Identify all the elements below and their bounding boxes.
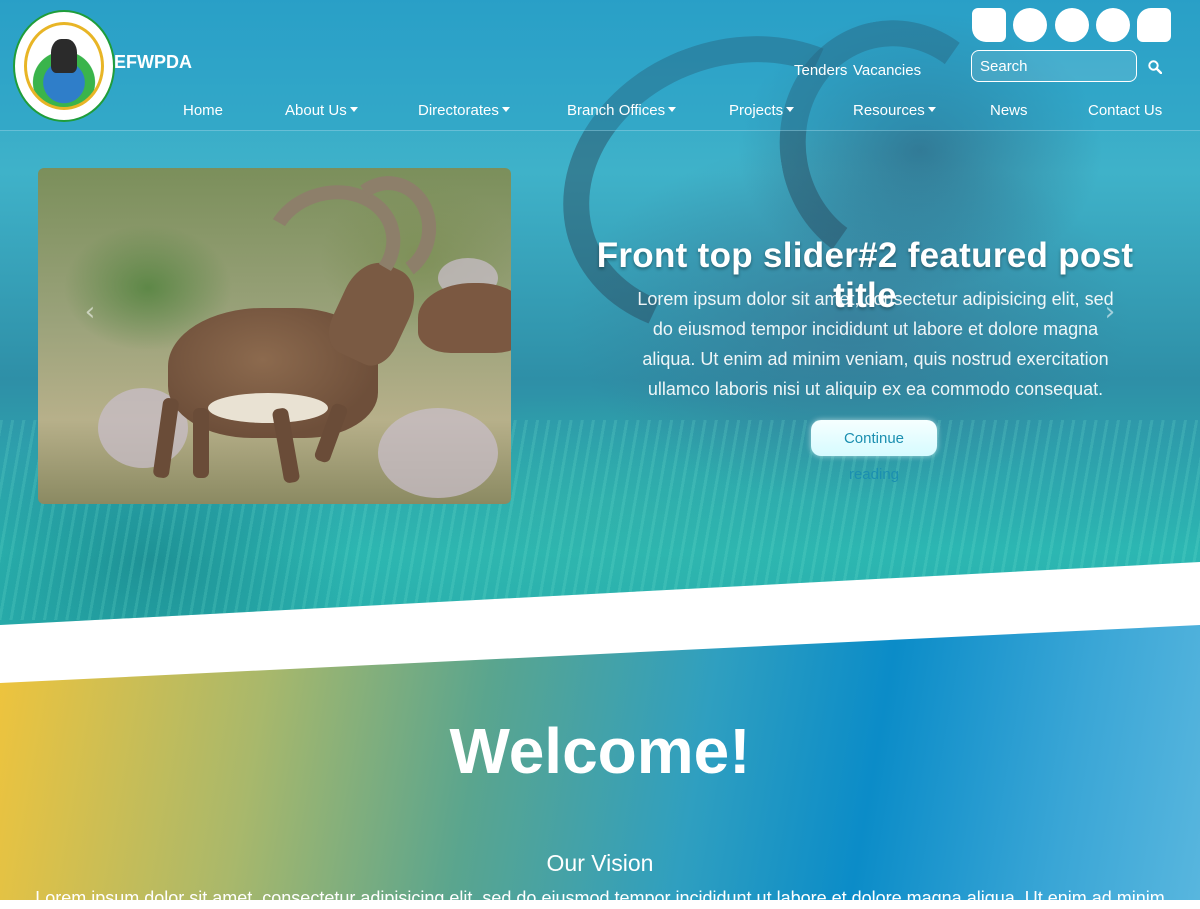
logo-ibex-icon xyxy=(51,39,77,73)
caret-down-icon xyxy=(668,107,677,112)
nav-label: Contact Us xyxy=(1088,102,1163,119)
nav-label: Directorates xyxy=(418,102,499,119)
caret-down-icon xyxy=(501,107,510,112)
nav-directorates[interactable]: Directorates xyxy=(418,102,510,119)
social-icon-1[interactable] xyxy=(972,8,1006,42)
nav-label: Projects xyxy=(729,102,784,119)
shrub-shape xyxy=(378,408,498,498)
site-header: EFWPDA Tenders Vacancies Home About Us D… xyxy=(0,0,1200,131)
nav-resources[interactable]: Resources xyxy=(853,102,936,119)
social-icon-3[interactable] xyxy=(1055,8,1089,42)
vision-heading: Our Vision xyxy=(546,850,654,876)
nav-news[interactable]: News xyxy=(990,102,1028,119)
background-ibex-shape xyxy=(418,283,511,353)
brand-name[interactable]: EFWPDA xyxy=(114,52,192,73)
caret-down-icon xyxy=(927,107,936,112)
vacancies-link[interactable]: Vacancies xyxy=(853,62,921,79)
logo-emblem xyxy=(24,22,104,110)
caret-down-icon xyxy=(786,107,795,112)
social-icon-5[interactable] xyxy=(1137,8,1171,42)
ibex-leg-shape xyxy=(193,408,209,478)
slide-image xyxy=(38,168,511,504)
social-icon-2[interactable] xyxy=(1013,8,1047,42)
search-input[interactable] xyxy=(971,50,1137,82)
welcome-heading: Welcome! xyxy=(449,715,751,787)
nav-label: News xyxy=(990,102,1028,119)
nav-label: Home xyxy=(183,102,224,119)
nav-label: About Us xyxy=(285,102,347,119)
nav-branch-offices[interactable]: Branch Offices xyxy=(567,102,677,119)
site-logo[interactable] xyxy=(13,10,115,122)
nav-about-us[interactable]: About Us xyxy=(285,102,358,119)
nav-home[interactable]: Home xyxy=(183,102,223,119)
slide-excerpt: Lorem ipsum dolor sit amet, consectetur … xyxy=(637,289,1114,399)
search-icon[interactable] xyxy=(1148,60,1162,74)
slider-prev-button[interactable]: ‹ xyxy=(80,299,100,325)
nav-contact-us[interactable]: Contact Us xyxy=(1088,102,1162,119)
vision-text: Lorem ipsum dolor sit amet, consectetur … xyxy=(35,888,1165,908)
tenders-link[interactable]: Tenders xyxy=(794,62,847,79)
caret-down-icon xyxy=(349,107,358,112)
continue-reading-button[interactable]: Continue reading xyxy=(811,420,937,483)
nav-projects[interactable]: Projects xyxy=(729,102,795,119)
ibex-belly-shape xyxy=(208,393,328,423)
nav-label: Resources xyxy=(853,102,925,119)
social-icon-4[interactable] xyxy=(1096,8,1130,42)
nav-label: Branch Offices xyxy=(567,102,666,119)
